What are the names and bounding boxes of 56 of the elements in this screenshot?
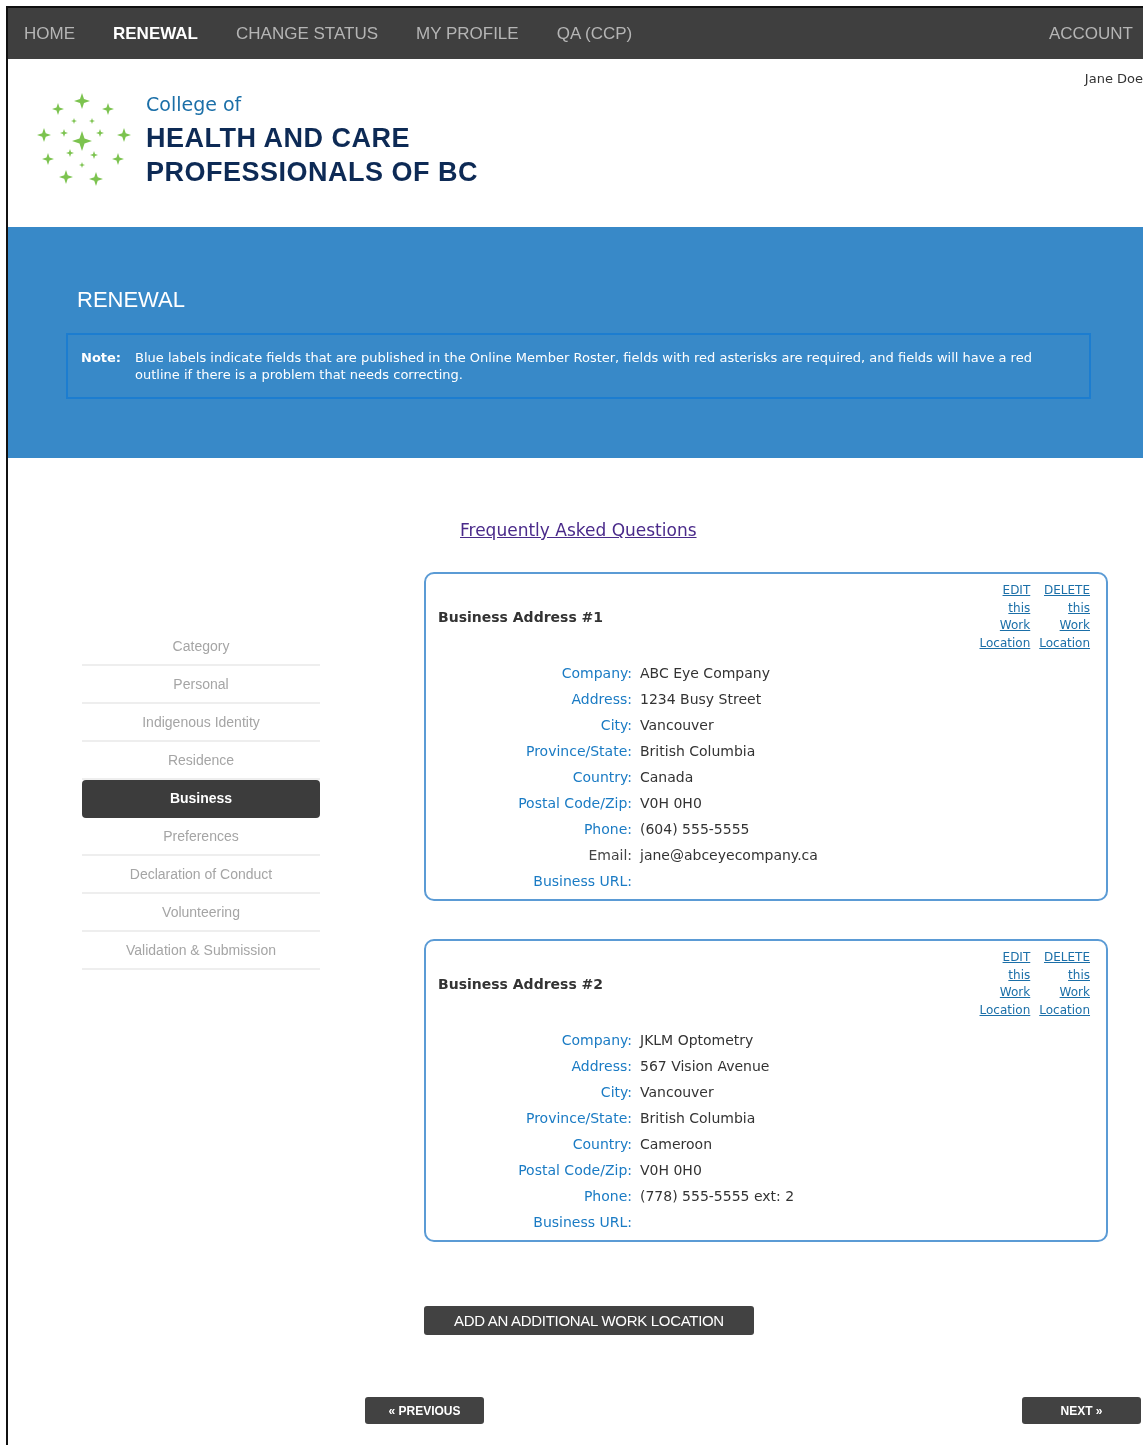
field-value: (778) 555-5555 ext: 2 — [640, 1187, 796, 1206]
card-title: Business Address #2 — [438, 976, 605, 992]
field-label: Address: — [570, 1057, 632, 1076]
field-value: Canada — [640, 768, 695, 787]
field-value: Vancouver — [640, 1083, 715, 1102]
field-value: (604) 555-5555 — [640, 820, 751, 839]
field-label: Province/State: — [524, 742, 632, 761]
field-label: Business URL: — [532, 1213, 632, 1232]
field-label: Email: — [587, 846, 632, 865]
field-label: City: — [599, 716, 632, 735]
previous-button[interactable]: « PREVIOUS — [365, 1397, 484, 1424]
field-label: Postal Code/Zip: — [517, 1161, 632, 1180]
field-label: Address: — [570, 690, 632, 709]
edit-link[interactable]: EDIT this Work Location — [979, 949, 1031, 1019]
edit-link[interactable]: EDIT this Work Location — [979, 582, 1031, 652]
card-title: Business Address #1 — [438, 609, 605, 625]
field-label: Country: — [571, 1135, 632, 1154]
field-value: ABC Eye Company — [640, 664, 771, 683]
field-value: 1234 Busy Street — [640, 690, 763, 709]
nav-link[interactable]: RENEWAL — [113, 23, 198, 44]
field-value: Vancouver — [640, 716, 715, 735]
field-label: Phone: — [582, 820, 632, 839]
field-value: British Columbia — [640, 742, 757, 761]
field-value: JKLM Optometry — [640, 1031, 755, 1050]
nav-link[interactable]: MY PROFILE — [416, 23, 519, 44]
field-value: 567 Vision Avenue — [640, 1057, 771, 1076]
field-label: Company: — [560, 664, 632, 683]
field-label: Country: — [571, 768, 632, 787]
faq-link[interactable]: Frequently Asked Questions — [460, 520, 697, 540]
field-label: Company: — [560, 1031, 632, 1050]
field-label: City: — [599, 1083, 632, 1102]
field-value: jane@abceyecompany.ca — [640, 846, 819, 865]
page-title: RENEWAL — [77, 287, 186, 313]
note-label: Note: — [81, 349, 122, 367]
field-label: Province/State: — [524, 1109, 632, 1128]
field-value: British Columbia — [640, 1109, 757, 1128]
nav-link[interactable]: CHANGE STATUS — [236, 23, 378, 44]
add-location-button[interactable]: ADD AN ADDITIONAL WORK LOCATION — [424, 1306, 754, 1335]
delete-link[interactable]: DELETE this Work Location — [1039, 582, 1090, 652]
logo-text: College of — [146, 93, 243, 115]
nav-link[interactable]: HOME — [24, 23, 75, 44]
nav-link[interactable]: QA (CCP) — [556, 23, 633, 44]
sidebar-item[interactable]: Business — [82, 780, 320, 818]
field-value: Cameroon — [640, 1135, 714, 1154]
account-link[interactable]: ACCOUNT — [1048, 23, 1133, 44]
logo-title: PROFESSIONALS OF BC — [146, 156, 479, 189]
delete-link[interactable]: DELETE this Work Location — [1039, 949, 1090, 1019]
field-label: Business URL: — [532, 872, 632, 891]
field-label: Phone: — [582, 1187, 632, 1206]
field-value: V0H 0H0 — [640, 794, 703, 813]
user-name: Jane Doe — [1084, 71, 1143, 86]
field-value: V0H 0H0 — [640, 1161, 703, 1180]
next-button[interactable]: NEXT » — [1022, 1397, 1141, 1424]
field-label: Postal Code/Zip: — [517, 794, 632, 813]
logo-title: HEALTH AND CARE — [146, 122, 411, 155]
note-text: Blue labels indicate fields that are published in the Online Member Roster, fields with red asterisks are required, and fields will have a red outline if there is a problem that needs correcting. — [135, 349, 1033, 383]
